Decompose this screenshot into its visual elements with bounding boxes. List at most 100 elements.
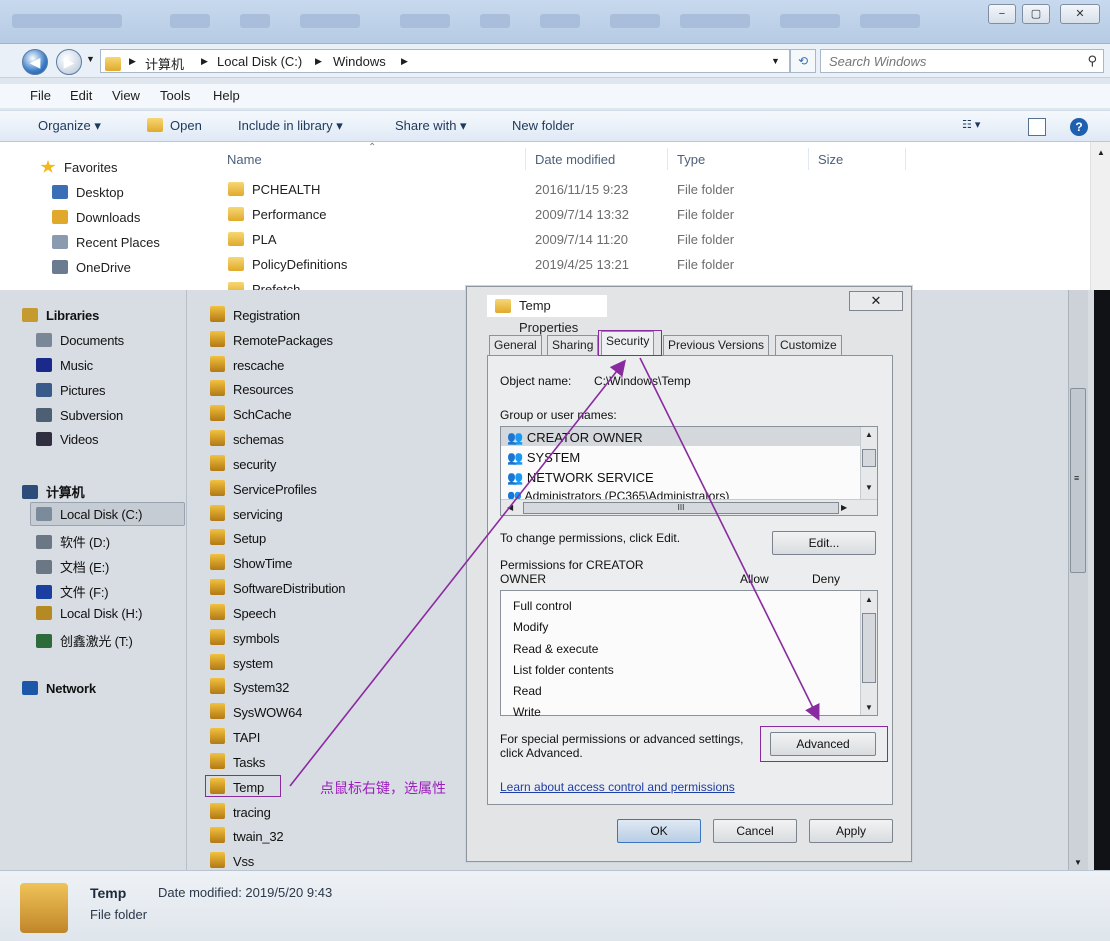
- maximize-button[interactable]: ▢: [1022, 4, 1050, 24]
- file-row[interactable]: SysWOW64: [210, 703, 302, 725]
- group-names-list[interactable]: 👥 CREATOR OWNER 👥 SYSTEM 👥 NETWORK SERVI…: [500, 426, 878, 516]
- breadcrumb-separator-icon[interactable]: ▶: [201, 56, 208, 67]
- ok-button[interactable]: OK: [617, 819, 701, 843]
- file-row[interactable]: rescache: [210, 356, 284, 378]
- file-row[interactable]: TAPI: [210, 728, 260, 750]
- sidebar-item-subversion[interactable]: Subversion: [36, 408, 123, 423]
- scroll-up-icon[interactable]: ▲: [865, 595, 873, 604]
- file-row[interactable]: ShowTime: [210, 554, 293, 576]
- file-row[interactable]: SchCache: [210, 405, 292, 427]
- file-row[interactable]: PLA 2009/7/14 11:20 File folder: [228, 232, 828, 254]
- menu-file[interactable]: File: [30, 88, 51, 103]
- column-divider[interactable]: [525, 148, 526, 170]
- sidebar-item-drive-t[interactable]: 创鑫激光 (T:): [36, 631, 133, 650]
- scroll-up-icon[interactable]: ▲: [865, 430, 873, 439]
- scroll-down-icon[interactable]: ▼: [865, 483, 873, 492]
- scroll-down-icon[interactable]: ▼: [865, 703, 873, 712]
- permissions-list[interactable]: Full control Modify Read & execute List …: [500, 590, 878, 719]
- breadcrumb-windows[interactable]: Windows: [333, 54, 386, 69]
- file-row[interactable]: symbols: [210, 629, 279, 651]
- breadcrumb-local-disk[interactable]: Local Disk (C:): [217, 54, 302, 69]
- breadcrumb-separator-icon[interactable]: ▶: [315, 56, 322, 67]
- file-row[interactable]: ServiceProfiles: [210, 480, 317, 502]
- list-item[interactable]: 👥 NETWORK SERVICE: [507, 470, 654, 486]
- file-row[interactable]: RemotePackages: [210, 331, 333, 353]
- scroll-down-icon[interactable]: ▼: [1074, 858, 1082, 867]
- group-list-hscroll[interactable]: ◀ III ▶: [501, 499, 877, 515]
- file-list-scrollbar[interactable]: ▲: [1090, 142, 1110, 290]
- hscroll-thumb[interactable]: III: [523, 502, 839, 514]
- preview-pane-icon[interactable]: [1028, 118, 1046, 136]
- file-row[interactable]: Tasks: [210, 753, 265, 775]
- file-row[interactable]: servicing: [210, 505, 283, 527]
- organize-button[interactable]: Organize ▾: [38, 118, 101, 134]
- search-box[interactable]: ⚲: [820, 49, 1104, 73]
- edit-button[interactable]: Edit...: [772, 531, 876, 555]
- column-divider[interactable]: [667, 148, 668, 170]
- sidebar-item-drive-d[interactable]: 软件 (D:): [36, 532, 110, 551]
- column-header-type[interactable]: Type: [677, 152, 705, 167]
- menu-tools[interactable]: Tools: [160, 88, 190, 103]
- menu-view[interactable]: View: [112, 88, 140, 103]
- file-row[interactable]: System32: [210, 678, 289, 700]
- apply-button[interactable]: Apply: [809, 819, 893, 843]
- scroll-right-icon[interactable]: ▶: [841, 503, 847, 512]
- column-header-name[interactable]: Name: [227, 152, 262, 167]
- include-in-library-button[interactable]: Include in library ▾: [238, 118, 343, 134]
- tab-previous-versions[interactable]: Previous Versions: [663, 335, 770, 355]
- list-item[interactable]: 👥 CREATOR OWNER: [507, 430, 643, 446]
- breadcrumb-computer[interactable]: 计算机: [145, 54, 184, 73]
- file-row[interactable]: Setup: [210, 529, 266, 551]
- scroll-left-icon[interactable]: ◀: [507, 503, 513, 512]
- sidebar-item-desktop[interactable]: Desktop: [52, 185, 124, 200]
- refresh-button[interactable]: ⟲: [790, 49, 816, 73]
- sidebar-item-videos[interactable]: Videos: [36, 432, 99, 447]
- sidebar-item-drive-f[interactable]: 文件 (F:): [36, 582, 109, 601]
- back-button[interactable]: ◀: [22, 49, 48, 75]
- recent-pages-chevron-icon[interactable]: ▼: [86, 54, 95, 64]
- address-dropdown-icon[interactable]: ▼: [771, 56, 780, 66]
- navigation-pane-divider[interactable]: [186, 290, 187, 870]
- file-list-scrollbar-thumb[interactable]: ≡: [1070, 388, 1086, 573]
- tab-sharing[interactable]: Sharing: [547, 335, 599, 355]
- sidebar-item-drive-e[interactable]: 文档 (E:): [36, 557, 109, 576]
- file-row[interactable]: tracing: [210, 803, 271, 825]
- file-row[interactable]: Performance 2009/7/14 13:32 File folder: [228, 207, 828, 229]
- sidebar-item-recent-places[interactable]: Recent Places: [52, 235, 160, 250]
- sidebar-item-music[interactable]: Music: [36, 358, 93, 373]
- sidebar-item-favorites[interactable]: Favorites: [40, 160, 117, 175]
- view-options-icon[interactable]: ☷ ▾: [962, 118, 980, 131]
- sidebar-item-libraries[interactable]: Libraries: [22, 308, 99, 323]
- help-icon[interactable]: ?: [1070, 118, 1088, 136]
- sidebar-item-downloads[interactable]: Downloads: [52, 210, 140, 225]
- column-divider[interactable]: [905, 148, 906, 170]
- address-field[interactable]: ▶ 计算机 ▶ Local Disk (C:) ▶ Windows ▶ ▼: [100, 49, 790, 73]
- list-item[interactable]: 👥 SYSTEM: [507, 450, 580, 466]
- sidebar-item-drive-h[interactable]: Local Disk (H:): [36, 606, 142, 621]
- search-icon[interactable]: ⚲: [1087, 53, 1097, 69]
- file-row[interactable]: Registration: [210, 306, 300, 328]
- file-row[interactable]: Resources: [210, 380, 294, 402]
- close-button[interactable]: ✕: [1060, 4, 1100, 24]
- sidebar-item-documents[interactable]: Documents: [36, 333, 124, 348]
- sidebar-item-computer[interactable]: 计算机: [22, 482, 85, 501]
- breadcrumb-separator-icon[interactable]: ▶: [401, 56, 408, 67]
- cancel-button[interactable]: Cancel: [713, 819, 797, 843]
- file-row[interactable]: twain_32: [210, 827, 284, 849]
- scroll-thumb[interactable]: [862, 449, 876, 467]
- file-row[interactable]: system: [210, 654, 273, 676]
- file-row[interactable]: SoftwareDistribution: [210, 579, 346, 601]
- file-row[interactable]: PolicyDefinitions 2019/4/25 13:21 File fol…: [228, 257, 828, 279]
- column-divider[interactable]: [808, 148, 809, 170]
- tab-general[interactable]: General: [489, 335, 542, 355]
- permissions-vscroll[interactable]: ▲ ▼: [860, 591, 877, 715]
- sidebar-item-pictures[interactable]: Pictures: [36, 383, 106, 398]
- forward-button[interactable]: ▶: [56, 49, 82, 75]
- sidebar-item-onedrive[interactable]: OneDrive: [52, 260, 131, 275]
- column-header-size[interactable]: Size: [818, 152, 843, 167]
- learn-more-link[interactable]: Learn about access control and permissio…: [500, 780, 735, 794]
- file-row[interactable]: PCHEALTH 2016/11/15 9:23 File folder: [228, 182, 828, 204]
- sidebar-item-network[interactable]: Network: [22, 681, 96, 696]
- share-with-button[interactable]: Share with ▾: [395, 118, 467, 134]
- file-row[interactable]: security: [210, 455, 276, 477]
